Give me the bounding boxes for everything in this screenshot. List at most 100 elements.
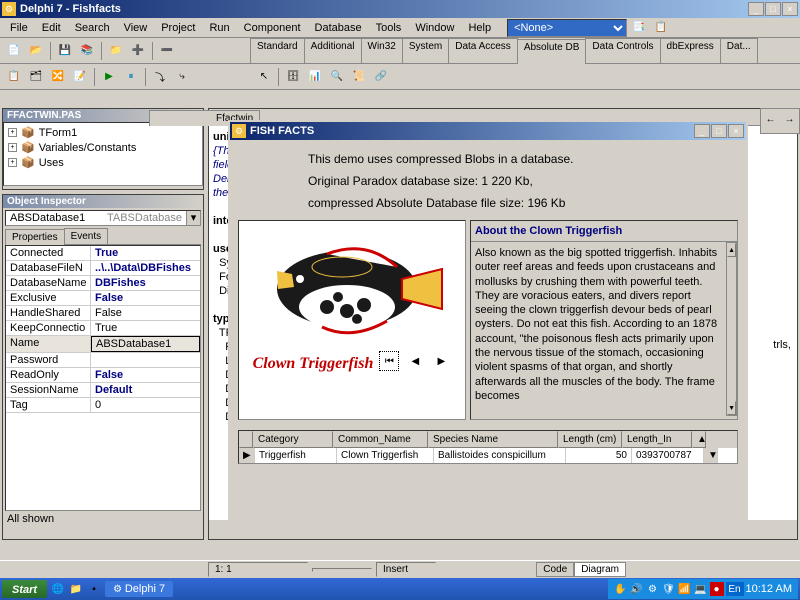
step-over-button[interactable]: ⤵ <box>150 67 170 87</box>
tray-icon-7[interactable]: ● <box>710 582 724 596</box>
col-common-name[interactable]: Common_Name <box>333 431 428 448</box>
scroll-up-icon[interactable]: ▲ <box>727 243 736 257</box>
col-length-in[interactable]: Length_In <box>622 431 692 448</box>
close-button[interactable]: × <box>782 2 798 16</box>
toolbar-btn-b[interactable]: 📋 <box>651 18 671 38</box>
new-form-button[interactable]: 📝 <box>70 67 90 87</box>
tray-icon-3[interactable]: ⚙ <box>646 582 660 596</box>
component-palette: ↖ 🗄 📊 🔍 📜 🔗 <box>250 64 800 90</box>
dropdown-icon[interactable]: ▾ <box>186 211 200 225</box>
debug-toolbar: 📋 🗂 🔀 📝 ▶ ⏸ ⤵ ⤷ <box>0 64 250 90</box>
menu-view[interactable]: View <box>118 20 154 36</box>
sbtab-diagram[interactable]: Diagram <box>574 562 626 577</box>
expand-icon[interactable]: + <box>8 128 17 137</box>
quick-icon[interactable]: ▪ <box>87 582 101 596</box>
tab-dataaccess[interactable]: Data Access <box>448 38 518 63</box>
tab-system[interactable]: System <box>402 38 449 63</box>
menu-tools[interactable]: Tools <box>370 20 408 36</box>
menu-database[interactable]: Database <box>309 20 368 36</box>
dbnav-next-button[interactable]: ▶ <box>431 351 451 371</box>
expand-icon[interactable]: + <box>8 143 17 152</box>
tray-icon-6[interactable]: 💻 <box>694 582 708 596</box>
tab-more[interactable]: Dat... <box>720 38 758 63</box>
new-button[interactable]: 📄 <box>4 41 24 61</box>
maximize-button[interactable]: □ <box>765 2 781 16</box>
inspector-grid[interactable]: ConnectedTrue DatabaseFileN..\..\Data\DB… <box>5 245 201 511</box>
row-indicator-icon: ▶ <box>239 448 255 463</box>
abs-database-icon[interactable]: 🗄 <box>283 67 303 87</box>
minimize-button[interactable]: _ <box>748 2 764 16</box>
tray-icon-5[interactable]: 📶 <box>678 582 692 596</box>
about-scrollbar[interactable]: ▲ ▼ <box>726 242 737 416</box>
grid-scroll-down-icon[interactable]: ▼ <box>704 448 718 463</box>
fishfacts-titlebar[interactable]: ⚙ FISH FACTS _ □ × <box>230 122 746 140</box>
taskbar-delphi[interactable]: ⚙ Delphi 7 <box>105 581 173 597</box>
forward-button[interactable]: → <box>780 109 799 129</box>
form-minimize-button[interactable]: _ <box>694 124 710 138</box>
tab-properties[interactable]: Properties <box>5 229 65 245</box>
pointer-button[interactable]: ↖ <box>254 67 274 87</box>
toolbar-btn-a[interactable]: 📑 <box>629 18 649 38</box>
menu-component[interactable]: Component <box>238 20 307 36</box>
col-species[interactable]: Species Name <box>428 431 558 448</box>
run-button[interactable]: ▶ <box>99 67 119 87</box>
tab-events[interactable]: Events <box>64 228 109 244</box>
toggle-button[interactable]: 🔀 <box>48 67 68 87</box>
structure-tree[interactable]: +📦TForm1 +📦Variables/Constants +📦Uses <box>3 122 203 186</box>
tree-item-tform1[interactable]: +📦TForm1 <box>6 125 200 140</box>
tray-icon-4[interactable]: 🛡 <box>662 582 676 596</box>
dbnav-prev-button[interactable]: ◀ <box>405 351 425 371</box>
dbnav-first-button[interactable]: ⏮ <box>379 351 399 371</box>
tree-item-vars[interactable]: +📦Variables/Constants <box>6 140 200 155</box>
form-maximize-button[interactable]: □ <box>711 124 727 138</box>
add-button[interactable]: ➕ <box>128 41 148 61</box>
inspector-selector[interactable]: ABSDatabase1 TABSDatabase ▾ <box>5 210 201 226</box>
tab-datacontrols[interactable]: Data Controls <box>585 38 660 63</box>
tab-standard[interactable]: Standard <box>250 38 305 63</box>
remove-button[interactable]: ➖ <box>157 41 177 61</box>
tab-absolutedb[interactable]: Absolute DB <box>517 39 587 64</box>
explorer-icon[interactable]: 📁 <box>69 582 83 596</box>
scroll-down-icon[interactable]: ▼ <box>727 401 736 415</box>
col-length-cm[interactable]: Length (cm) <box>558 431 622 448</box>
tray-icon-2[interactable]: 🔊 <box>630 582 644 596</box>
view-unit-button[interactable]: 📋 <box>4 67 24 87</box>
config-combo[interactable]: <None> <box>507 19 627 37</box>
abs-query-icon[interactable]: 🔍 <box>327 67 347 87</box>
menu-run[interactable]: Run <box>203 20 235 36</box>
open-button[interactable]: 📂 <box>26 41 46 61</box>
grid-row[interactable]: ▶ Triggerfish Clown Triggerfish Ballisto… <box>239 448 737 463</box>
grid-scroll-up-icon[interactable]: ▲ <box>692 431 706 448</box>
menu-search[interactable]: Search <box>69 20 116 36</box>
saveall-button[interactable]: 📚 <box>77 41 97 61</box>
abs-table-icon[interactable]: 📊 <box>305 67 325 87</box>
clock[interactable]: 10:12 AM <box>746 583 792 595</box>
pause-button[interactable]: ⏸ <box>121 67 141 87</box>
menu-file[interactable]: File <box>4 20 34 36</box>
back-button[interactable]: ← <box>761 109 780 129</box>
tray-icon-1[interactable]: ✋ <box>614 582 628 596</box>
lang-indicator[interactable]: En <box>726 582 744 596</box>
menu-project[interactable]: Project <box>155 20 201 36</box>
sbtab-code[interactable]: Code <box>536 562 574 577</box>
tab-dbexpress[interactable]: dbExpress <box>660 38 721 63</box>
step-into-button[interactable]: ⤷ <box>172 67 192 87</box>
save-button[interactable]: 💾 <box>55 41 75 61</box>
expand-icon[interactable]: + <box>8 158 17 167</box>
col-category[interactable]: Category <box>253 431 333 448</box>
menu-window[interactable]: Window <box>409 20 460 36</box>
menu-help[interactable]: Help <box>462 20 497 36</box>
tab-additional[interactable]: Additional <box>304 38 362 63</box>
abs-sql-icon[interactable]: 📜 <box>349 67 369 87</box>
fish-datagrid[interactable]: Category Common_Name Species Name Length… <box>238 430 738 464</box>
start-button[interactable]: Start <box>2 580 47 598</box>
about-panel: About the Clown Triggerfish Also known a… <box>470 220 738 420</box>
view-form-button[interactable]: 🗂 <box>26 67 46 87</box>
form-close-button[interactable]: × <box>728 124 744 138</box>
open-project-button[interactable]: 📁 <box>106 41 126 61</box>
tab-win32[interactable]: Win32 <box>361 38 403 63</box>
abs-session-icon[interactable]: 🔗 <box>371 67 391 87</box>
tree-item-uses[interactable]: +📦Uses <box>6 155 200 170</box>
ie-icon[interactable]: 🌐 <box>51 582 65 596</box>
menu-edit[interactable]: Edit <box>36 20 67 36</box>
